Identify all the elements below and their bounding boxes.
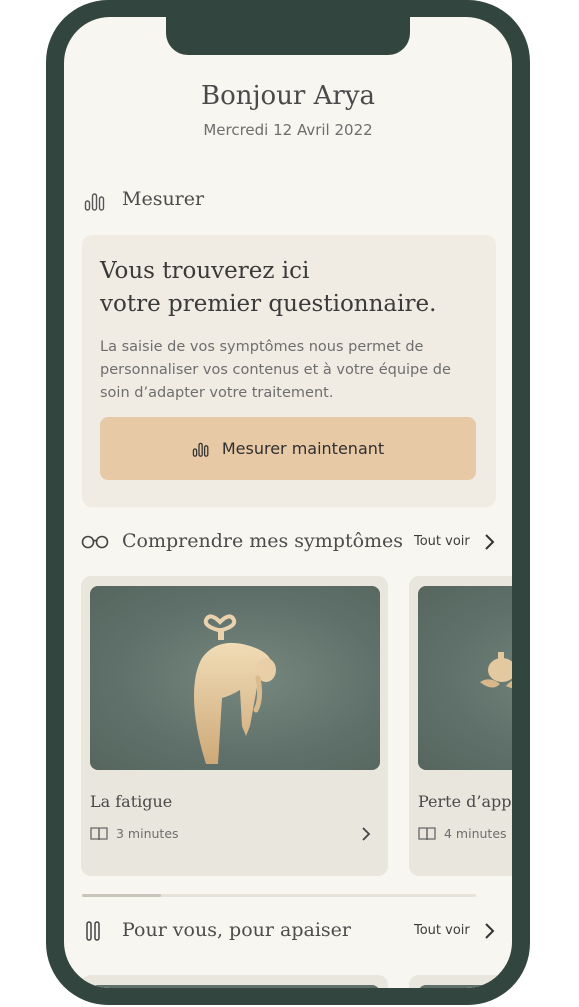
article-illustration xyxy=(90,586,380,770)
fatigue-illustration xyxy=(194,614,276,764)
glasses-icon xyxy=(81,535,109,549)
article-duration: 4 minutes xyxy=(444,826,507,841)
bar-chart-icon xyxy=(192,442,209,457)
soothe-see-all-link[interactable]: Tout voir xyxy=(414,923,470,938)
chevron-right-icon[interactable] xyxy=(483,533,495,551)
article-card-appetite[interactable]: Perte d’appe 4 minutes xyxy=(409,576,512,876)
symptoms-see-all-link[interactable]: Tout voir xyxy=(414,534,470,549)
greeting-title: Bonjour Arya xyxy=(200,81,376,111)
chevron-right-icon[interactable] xyxy=(483,922,495,940)
questionnaire-title-line2: votre premier questionnaire. xyxy=(100,291,437,317)
measure-section-title: Mesurer xyxy=(122,188,205,210)
article-meta: 3 minutes xyxy=(90,826,179,841)
chevron-right-icon[interactable] xyxy=(361,826,371,842)
bar-chart-icon xyxy=(84,193,105,211)
article-illustration xyxy=(418,586,512,770)
soothe-card-image xyxy=(418,985,512,988)
soothe-card[interactable] xyxy=(81,975,388,988)
questionnaire-card-title: Vous trouverez ici votre premier questio… xyxy=(100,255,490,321)
questionnaire-card-text: La saisie de vos symptômes nous permet d… xyxy=(100,339,451,401)
article-card-fatigue[interactable]: La fatigue 3 minutes xyxy=(81,576,388,876)
app-screen: Bonjour Arya Mercredi 12 Avril 2022 Mesu… xyxy=(64,17,512,988)
book-icon xyxy=(418,827,436,841)
article-title: Perte d’appe xyxy=(418,792,512,811)
appetite-illustration xyxy=(480,652,512,689)
phone-notch xyxy=(166,17,410,55)
symptoms-section-title: Comprendre mes symptômes xyxy=(122,530,404,552)
soothe-card[interactable] xyxy=(409,975,512,988)
article-meta: 4 minutes xyxy=(418,826,507,841)
current-date: Mercredi 12 Avril 2022 xyxy=(203,121,373,139)
phone-frame: Bonjour Arya Mercredi 12 Avril 2022 Mesu… xyxy=(46,0,530,1005)
carousel-scroll-thumb[interactable] xyxy=(82,894,161,897)
measure-now-button[interactable]: Mesurer maintenant xyxy=(100,417,476,480)
soothe-section-title: Pour vous, pour apaiser xyxy=(122,919,351,941)
measure-now-label: Mesurer maintenant xyxy=(221,439,385,458)
carousel-scrollbar[interactable] xyxy=(82,894,476,897)
book-icon xyxy=(90,827,108,841)
soothe-card-image xyxy=(90,985,380,988)
pause-icon xyxy=(86,921,100,941)
questionnaire-title-line1: Vous trouverez ici xyxy=(100,258,310,284)
questionnaire-card: Vous trouverez ici votre premier questio… xyxy=(82,235,496,507)
article-title: La fatigue xyxy=(90,792,173,811)
article-duration: 3 minutes xyxy=(116,826,179,841)
